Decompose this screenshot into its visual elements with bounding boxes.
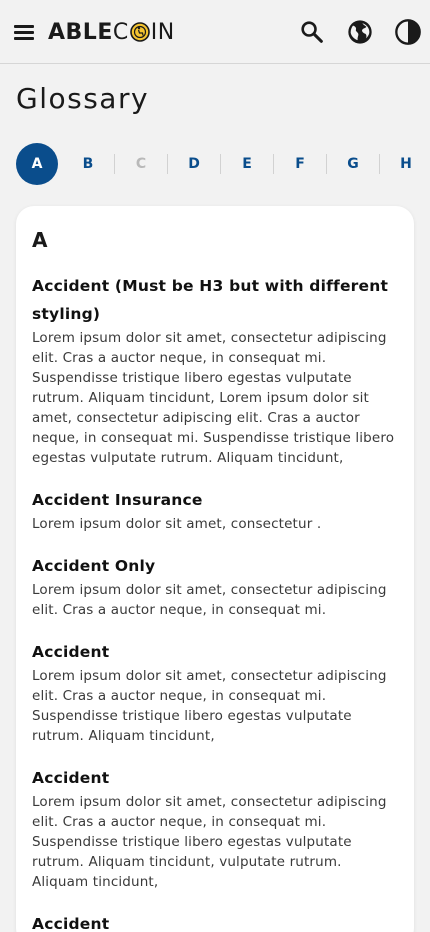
globe-icon[interactable] xyxy=(346,18,374,46)
glossary-definition: Lorem ipsum dolor sit amet, consectetur … xyxy=(32,668,387,744)
coin-icon xyxy=(129,22,150,42)
ablecoin-logo[interactable]: ABLE C IN xyxy=(48,16,175,48)
alphabet-letter-c: C xyxy=(135,156,147,172)
glossary-definition: Lorem ipsum dolor sit amet, consectetur … xyxy=(32,330,395,466)
top-app-bar: ABLE C IN xyxy=(0,0,430,64)
alphabet-filter: A B C D E F G H xyxy=(16,142,430,186)
glossary-section-card: A Accident (Must be H3 but with differen… xyxy=(16,206,414,932)
glossary-term: Accident xyxy=(32,643,110,661)
glossary-entry: Accident Only Lorem ipsum dolor sit amet… xyxy=(32,552,398,620)
alphabet-letter-b[interactable]: B xyxy=(62,142,114,186)
section-letter-heading: A xyxy=(32,228,48,252)
alphabet-letter-f[interactable]: F xyxy=(274,142,326,186)
alphabet-letter-d[interactable]: D xyxy=(168,142,220,186)
glossary-term: Accident xyxy=(32,915,110,932)
alphabet-letter-e[interactable]: E xyxy=(221,142,273,186)
search-icon[interactable] xyxy=(298,18,326,46)
glossary-entries: Accident (Must be H3 but with different … xyxy=(32,272,398,932)
dark-mode-icon[interactable] xyxy=(394,18,422,46)
page-title: Glossary xyxy=(16,82,150,115)
glossary-term: Accident xyxy=(32,769,110,787)
glossary-definition: Lorem ipsum dolor sit amet, consectetur … xyxy=(32,516,322,532)
glossary-entry: Accident Insurance Lorem ipsum dolor sit… xyxy=(32,486,398,534)
logo-in-text: IN xyxy=(150,19,175,45)
glossary-term: Accident Only xyxy=(32,557,156,575)
alphabet-letter-h[interactable]: H xyxy=(380,142,430,186)
alphabet-letter-a[interactable]: A xyxy=(16,143,58,185)
glossary-term: Accident (Must be H3 but with different … xyxy=(32,277,389,323)
menu-icon[interactable] xyxy=(12,20,38,44)
alphabet-letter-g[interactable]: G xyxy=(327,142,379,186)
logo-c-text: C xyxy=(112,19,129,45)
glossary-entry: Accident Lorem ipsum dolor sit amet, con… xyxy=(32,638,398,746)
glossary-definition: Lorem ipsum dolor sit amet, consectetur … xyxy=(32,582,387,618)
glossary-entry: Accident (Must be H3 but with different … xyxy=(32,272,398,468)
glossary-definition: Lorem ipsum dolor sit amet, consectetur … xyxy=(32,794,387,890)
glossary-entry: Accident Lorem ipsum dolor sit amet, con… xyxy=(32,764,398,892)
glossary-entry: Accident xyxy=(32,910,398,932)
glossary-term: Accident Insurance xyxy=(32,491,203,509)
logo-able-text: ABLE xyxy=(48,19,113,45)
